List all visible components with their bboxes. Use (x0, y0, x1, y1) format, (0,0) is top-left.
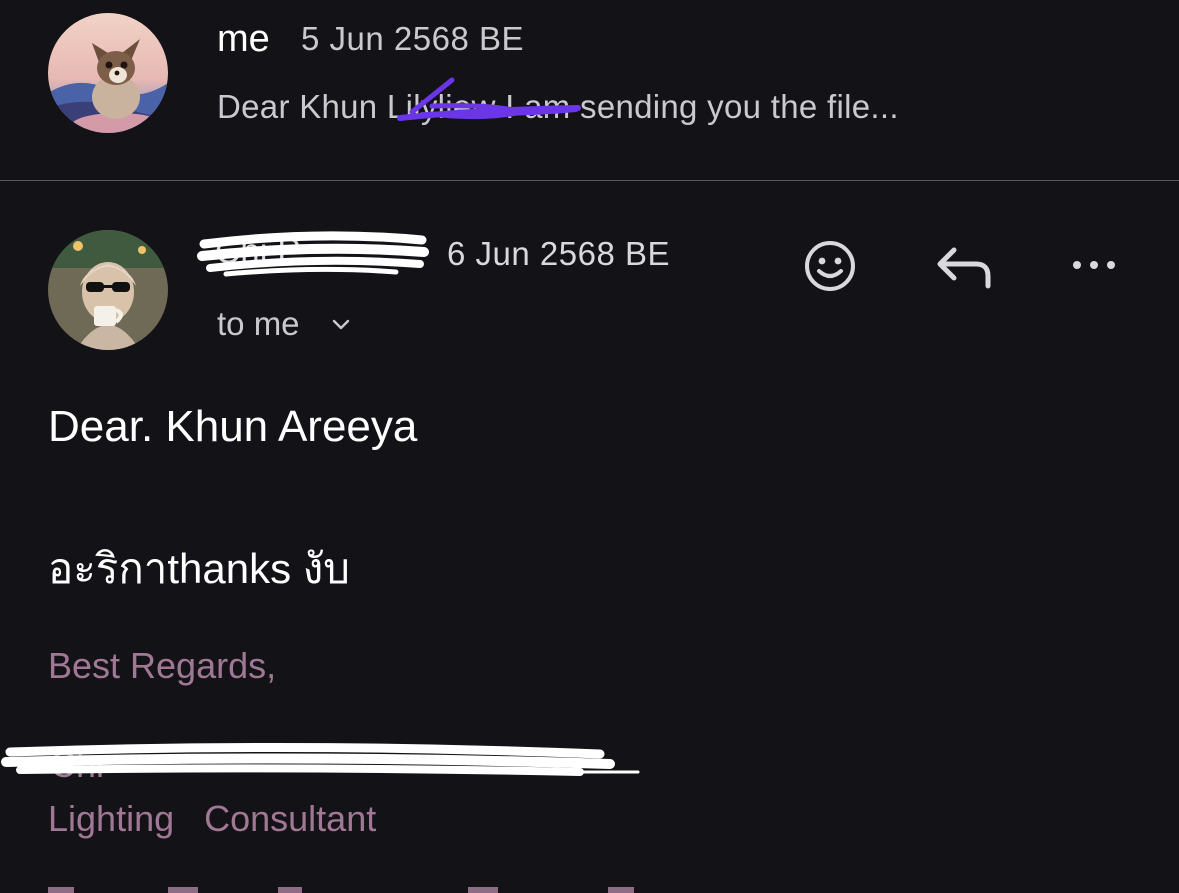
signature-closing: Best Regards, (48, 645, 277, 686)
message-divider (0, 180, 1179, 181)
reply-button[interactable] (932, 240, 996, 292)
message2-date: 6 Jun 2568 BE (447, 235, 670, 272)
recipient-details-toggle[interactable]: to me (217, 305, 352, 343)
message1-sender: me (217, 18, 270, 60)
chevron-down-icon (332, 319, 349, 330)
avatar-me[interactable] (48, 13, 168, 133)
more-icon (1073, 261, 1115, 269)
message1-date: 5 Jun 2568 BE (301, 20, 524, 57)
message2-sender: Chi P. (215, 232, 306, 271)
cutoff-text-fragment (48, 887, 634, 893)
reply-icon (937, 247, 991, 289)
smiley-icon (805, 241, 855, 291)
signature-title: Lighting Consultant (48, 798, 377, 839)
emoji-reaction-button[interactable] (800, 236, 860, 296)
body-greeting: Dear. Khun Areeya (48, 402, 418, 451)
avatar-sender[interactable] (48, 230, 168, 350)
signature-name: Chi (50, 744, 105, 785)
body-line: อะริกาthanks งับ (48, 545, 350, 592)
more-options-button[interactable] (1064, 248, 1124, 282)
recipient-label: to me (217, 305, 300, 342)
message1-snippet[interactable]: Dear Khun Lilyliew I am sending you the … (217, 88, 899, 126)
